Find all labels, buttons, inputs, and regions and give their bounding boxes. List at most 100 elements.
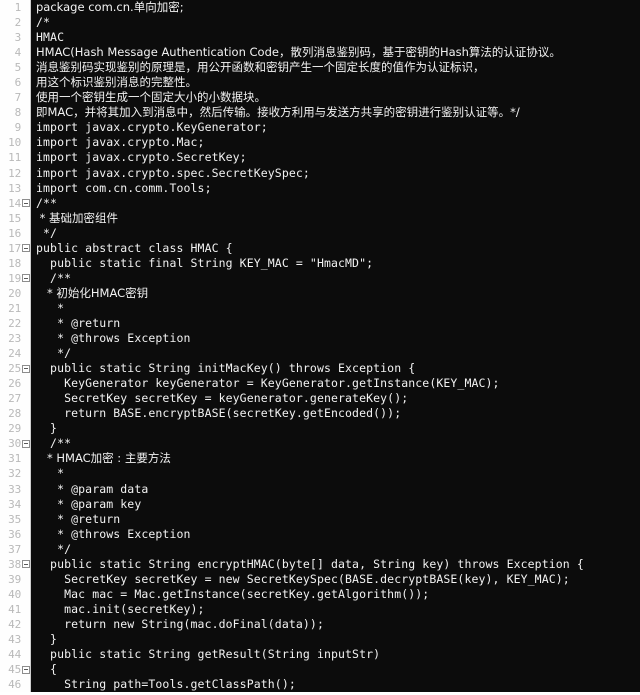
gutter-row[interactable]: 18 [0, 256, 30, 271]
gutter-row[interactable]: 22 [0, 316, 30, 331]
gutter-row[interactable]: 9 [0, 120, 30, 135]
gutter-row[interactable]: 16 [0, 226, 30, 241]
code-line[interactable]: KeyGenerator keyGenerator = KeyGenerator… [31, 376, 640, 391]
code-line[interactable]: } [31, 632, 640, 647]
code-line[interactable]: public static String initMacKey() throws… [31, 361, 640, 376]
gutter-row[interactable]: 3 [0, 30, 30, 45]
gutter-row[interactable]: 36 [0, 527, 30, 542]
gutter-row[interactable]: 2 [0, 15, 30, 30]
code-line[interactable]: Mac mac = Mac.getInstance(secretKey.getA… [31, 587, 640, 602]
code-editor[interactable]: 1 2 3 4 5 6 7 8 9 10 11 12 13 14 15 16 17 18 19 20 21 22 23 24 2… [0, 0, 640, 695]
gutter-row[interactable]: 26 [0, 376, 30, 391]
code-line[interactable]: mac.init(secretKey); [31, 602, 640, 617]
gutter-row[interactable]: 30 [0, 436, 30, 451]
gutter-row[interactable]: 45 [0, 662, 30, 677]
fold-minus-icon[interactable] [22, 274, 30, 283]
code-line[interactable]: public static final String KEY_MAC = "Hm… [31, 256, 640, 271]
gutter-row[interactable]: 42 [0, 617, 30, 632]
code-line[interactable]: } [31, 421, 640, 436]
gutter-row[interactable]: 39 [0, 572, 30, 587]
gutter-row[interactable]: 44 [0, 647, 30, 662]
code-line[interactable]: * @throws Exception [31, 527, 640, 542]
code-line[interactable]: return new String(mac.doFinal(data)); [31, 617, 640, 632]
code-text-area[interactable]: package com.cn.单向加密;/* HMAC HMAC(Hash Mess… [31, 0, 640, 695]
gutter-row[interactable]: 27 [0, 391, 30, 406]
fold-minus-icon[interactable] [22, 560, 30, 569]
code-line[interactable]: SecretKey secretKey = new SecretKeySpec(… [31, 572, 640, 587]
gutter-row[interactable]: 4 [0, 45, 30, 60]
gutter-row[interactable]: 13 [0, 181, 30, 196]
code-line[interactable]: import javax.crypto.Mac; [31, 135, 640, 150]
gutter-row[interactable]: 29 [0, 421, 30, 436]
code-line[interactable]: 使用一个密钥生成一个固定大小的小数据块。 [31, 90, 640, 105]
code-line[interactable]: */ [31, 226, 640, 241]
code-line[interactable]: public static String encryptHMAC(byte[] … [31, 557, 640, 572]
code-line[interactable]: * @param data [31, 482, 640, 497]
code-line[interactable]: * HMAC加密 : 主要方法 [31, 451, 640, 466]
fold-minus-icon[interactable] [22, 199, 30, 208]
fold-minus-icon[interactable] [22, 439, 30, 448]
gutter-row[interactable]: 14 [0, 196, 30, 211]
gutter-row[interactable]: 32 [0, 466, 30, 481]
gutter-row[interactable]: 37 [0, 542, 30, 557]
code-line[interactable]: * [31, 301, 640, 316]
gutter-row[interactable]: 28 [0, 406, 30, 421]
code-line[interactable]: String path=Tools.getClassPath(); [31, 677, 640, 692]
code-line[interactable]: public static String getResult(String in… [31, 647, 640, 662]
code-line[interactable]: * 初始化HMAC密钥 [31, 286, 640, 301]
gutter-row[interactable]: 17 [0, 241, 30, 256]
code-line[interactable]: */ [31, 542, 640, 557]
code-line[interactable]: 即MAC，并将其加入到消息中，然后传输。接收方利用与发送方共享的密钥进行鉴别认证… [31, 105, 640, 120]
gutter-row[interactable]: 7 [0, 90, 30, 105]
code-line[interactable]: /* [31, 15, 640, 30]
gutter-row[interactable]: 19 [0, 271, 30, 286]
gutter-row[interactable]: 23 [0, 331, 30, 346]
code-line[interactable]: * @return [31, 512, 640, 527]
code-line[interactable]: HMAC [31, 30, 640, 45]
code-line[interactable]: import com.cn.comm.Tools; [31, 181, 640, 196]
gutter-row[interactable]: 35 [0, 512, 30, 527]
gutter-row[interactable]: 20 [0, 286, 30, 301]
gutter-row[interactable]: 5 [0, 60, 30, 75]
code-line[interactable]: 消息鉴别码实现鉴别的原理是，用公开函数和密钥产生一个固定长度的值作为认证标识， [31, 60, 640, 75]
code-line[interactable]: * @throws Exception [31, 331, 640, 346]
code-line[interactable]: * @return [31, 316, 640, 331]
gutter-row[interactable]: 34 [0, 497, 30, 512]
code-line[interactable]: /** [31, 436, 640, 451]
gutter-row[interactable]: 46 [0, 677, 30, 692]
gutter-row[interactable]: 24 [0, 346, 30, 361]
fold-minus-icon[interactable] [22, 364, 30, 373]
gutter-row[interactable]: 21 [0, 301, 30, 316]
gutter-row[interactable]: 43 [0, 632, 30, 647]
code-line[interactable]: import javax.crypto.SecretKey; [31, 150, 640, 165]
gutter-row[interactable]: 12 [0, 166, 30, 181]
code-line[interactable]: import javax.crypto.spec.SecretKeySpec; [31, 166, 640, 181]
code-line[interactable]: */ [31, 346, 640, 361]
gutter-row[interactable]: 8 [0, 105, 30, 120]
code-line[interactable]: import javax.crypto.KeyGenerator; [31, 120, 640, 135]
gutter-row[interactable]: 6 [0, 75, 30, 90]
gutter-row[interactable]: 25 [0, 361, 30, 376]
fold-minus-icon[interactable] [22, 665, 30, 674]
code-line[interactable]: /** [31, 196, 640, 211]
gutter-row[interactable]: 11 [0, 150, 30, 165]
fold-minus-icon[interactable] [22, 244, 30, 253]
line-number-gutter[interactable]: 1 2 3 4 5 6 7 8 9 10 11 12 13 14 15 16 17 18 19 20 21 22 23 24 2… [0, 0, 30, 695]
gutter-row[interactable]: 10 [0, 135, 30, 150]
gutter-row[interactable]: 40 [0, 587, 30, 602]
gutter-row[interactable]: 33 [0, 482, 30, 497]
code-line[interactable]: 用这个标识鉴别消息的完整性。 [31, 75, 640, 90]
code-line[interactable]: /** [31, 271, 640, 286]
gutter-row[interactable]: 38 [0, 557, 30, 572]
code-line[interactable]: { [31, 662, 640, 677]
code-line[interactable]: public abstract class HMAC { [31, 241, 640, 256]
code-line[interactable]: HMAC(Hash Message Authentication Code，散列… [31, 45, 640, 60]
gutter-row[interactable]: 41 [0, 602, 30, 617]
gutter-row[interactable]: 1 [0, 0, 30, 15]
gutter-row[interactable]: 31 [0, 451, 30, 466]
code-line[interactable]: * 基础加密组件 [31, 211, 640, 226]
code-line[interactable]: * @param key [31, 497, 640, 512]
code-line[interactable]: * [31, 466, 640, 481]
code-line[interactable]: return BASE.encryptBASE(secretKey.getEnc… [31, 406, 640, 421]
gutter-row[interactable]: 15 [0, 211, 30, 226]
